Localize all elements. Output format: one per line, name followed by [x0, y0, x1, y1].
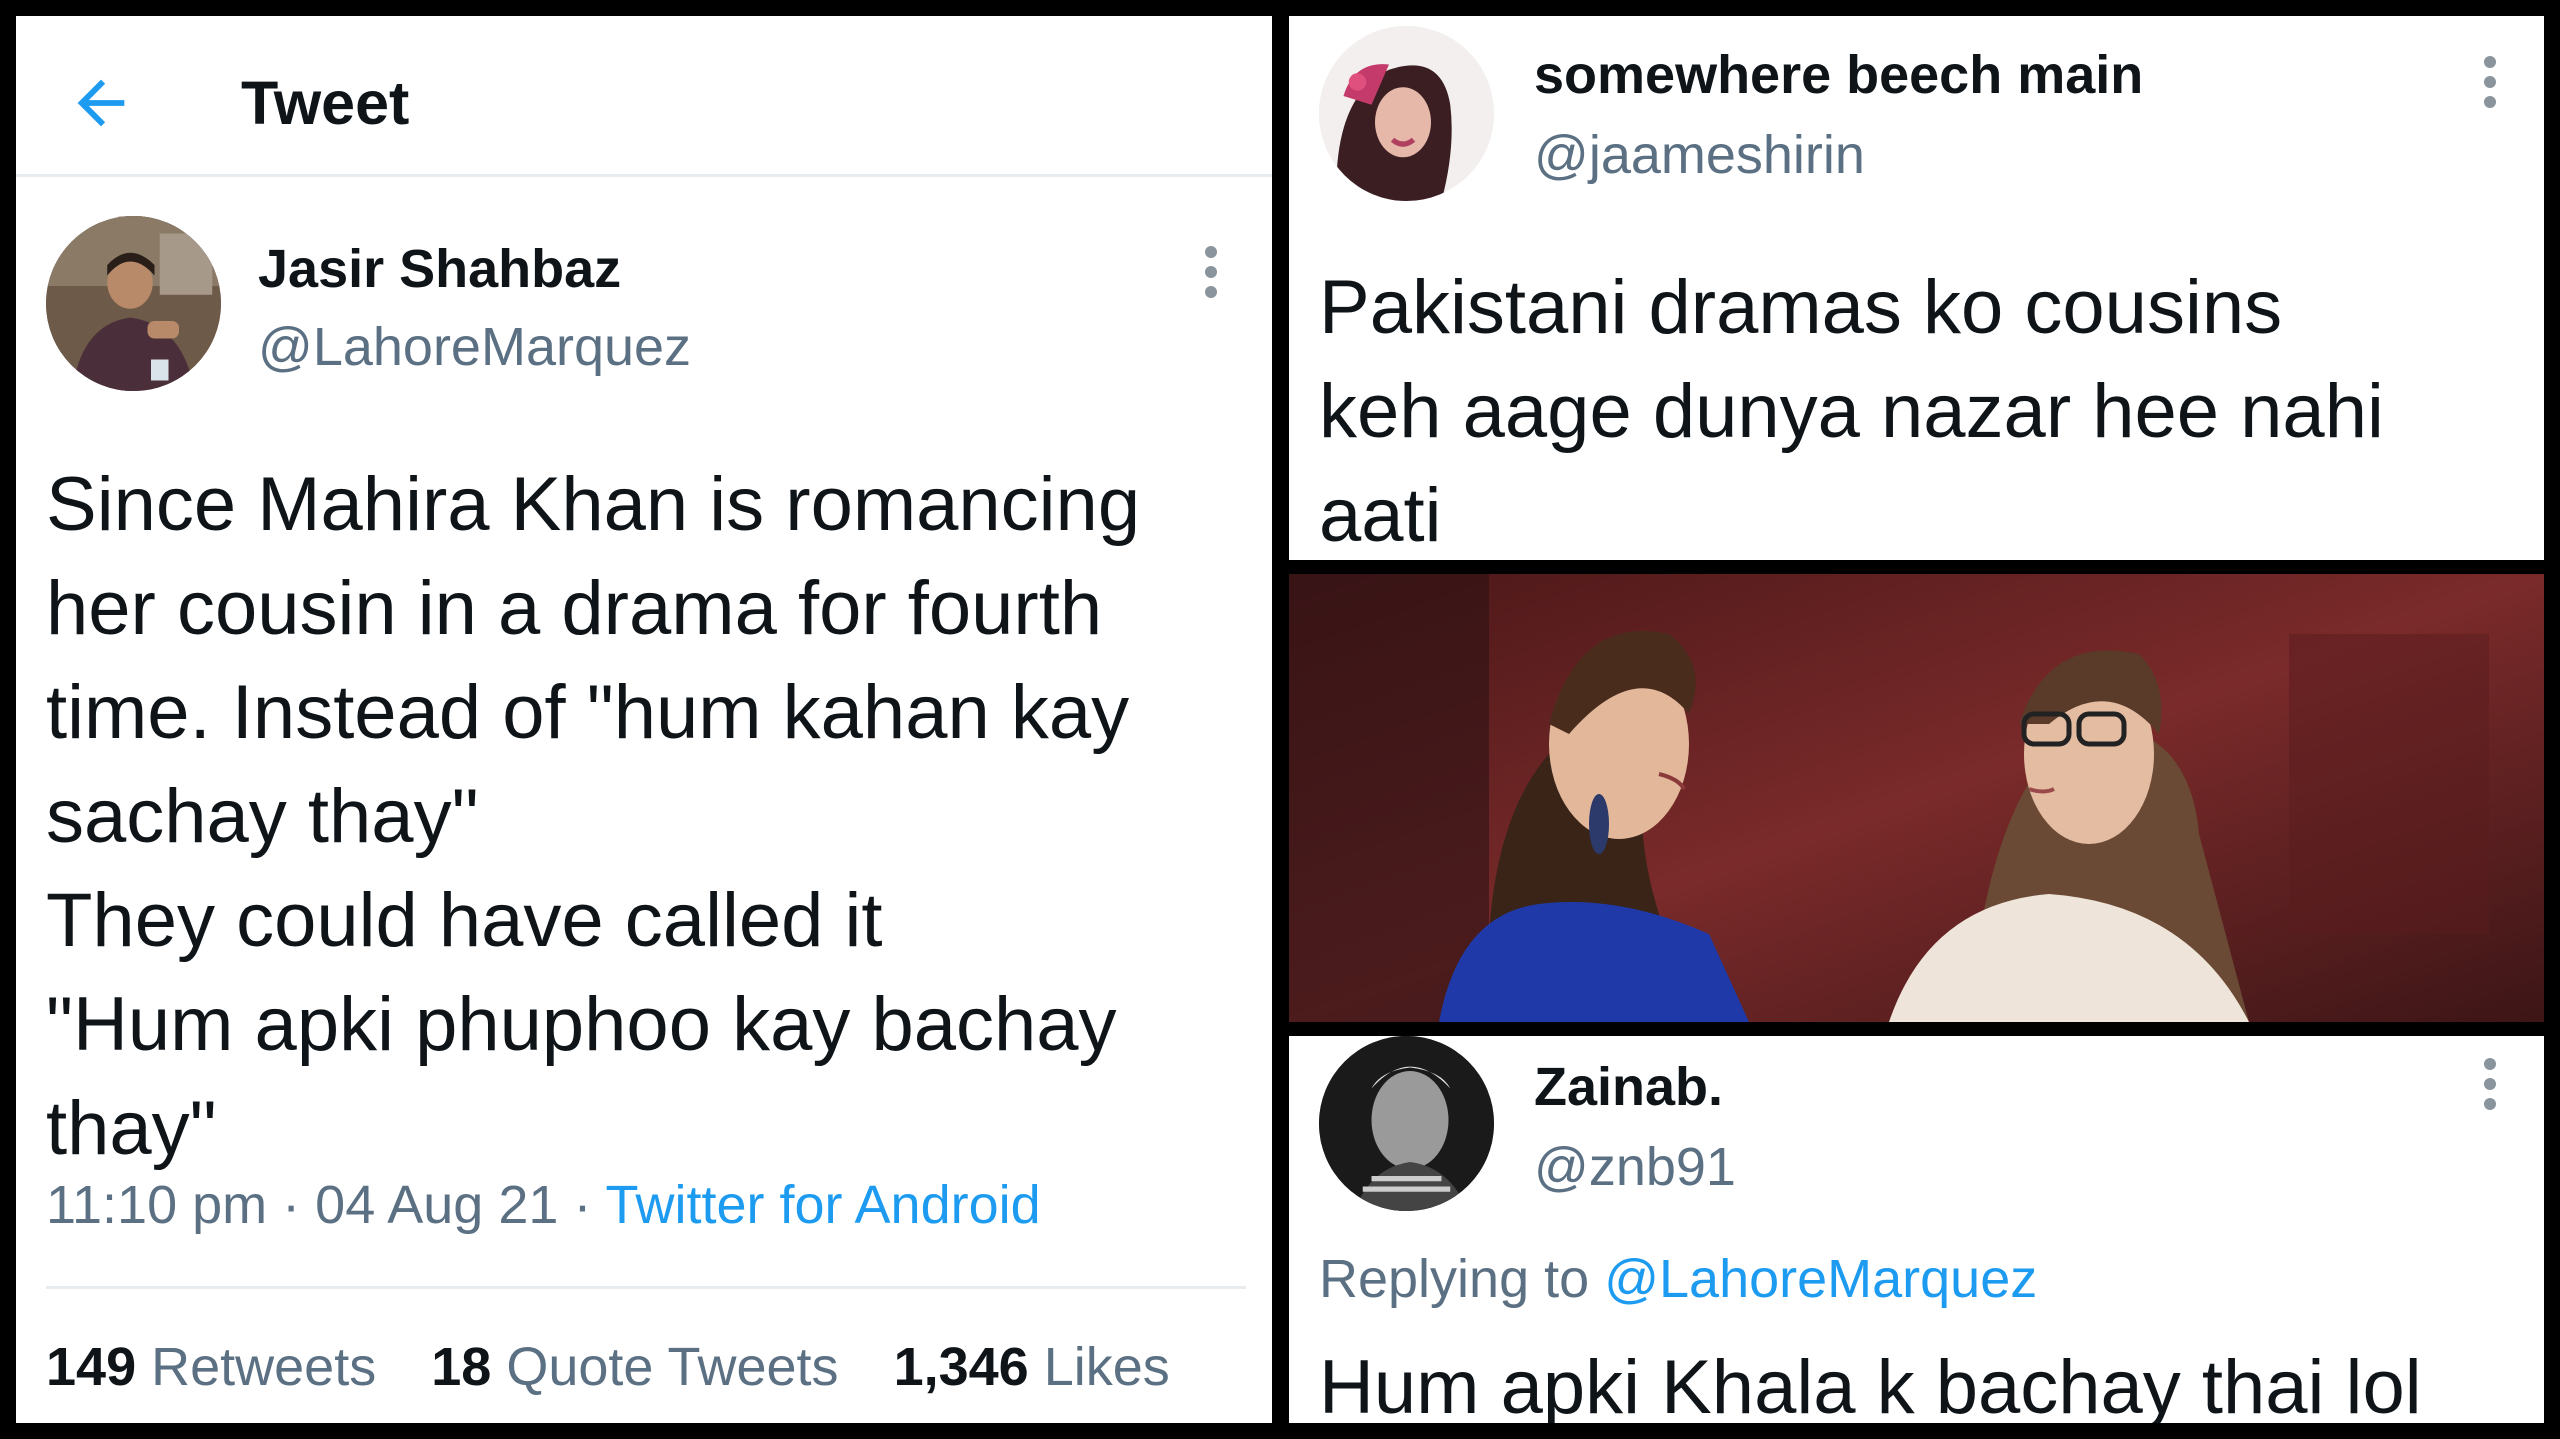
- meta-separator: ·: [573, 1175, 606, 1235]
- tweet-text-line: time. Instead of "hum kahan kay: [46, 670, 1130, 755]
- avatar-photo: [46, 216, 221, 391]
- tweet-header: Tweet: [16, 16, 1272, 177]
- replying-to-handle-link[interactable]: @LahoreMarquez: [1604, 1249, 2037, 1309]
- likes-stat[interactable]: 1,346 Likes: [894, 1337, 1170, 1397]
- main-tweet-panel: Tweet Jasir Shahbaz @LahoreMarquez Since…: [16, 16, 1272, 1423]
- more-options-icon[interactable]: [2484, 1058, 2498, 1118]
- avatar-photo: [1319, 26, 1494, 201]
- author-name[interactable]: Zainab.: [1534, 1056, 1723, 1118]
- tweet-text: Hum apki Khala k bachay thai lol: [1319, 1336, 2422, 1423]
- tweet-time[interactable]: 11:10 pm: [46, 1175, 267, 1235]
- drama-still-image[interactable]: [1289, 574, 2544, 1022]
- tweet-meta: 11:10 pm · 04 Aug 21 · Twitter for Andro…: [46, 1174, 1041, 1236]
- author-name[interactable]: somewhere beech main: [1534, 44, 2143, 106]
- tweet-text-line: keh aage dunya nazar hee nahi: [1319, 369, 2384, 454]
- tweet-text-line: Pakistani dramas ko cousins: [1319, 265, 2283, 350]
- retweets-count: 149: [46, 1337, 137, 1397]
- more-options-icon[interactable]: [2484, 56, 2498, 116]
- page-title: Tweet: [241, 69, 410, 137]
- avatar-photo: [1319, 1036, 1494, 1211]
- author-handle[interactable]: @LahoreMarquez: [258, 316, 691, 378]
- tweet-text: Since Mahira Khan is romancing her cousi…: [46, 453, 1140, 1181]
- tweet-text-line: Since Mahira Khan is romancing: [46, 462, 1141, 547]
- author-handle[interactable]: @znb91: [1534, 1136, 1736, 1198]
- reply-tweet-2: Zainab. @znb91 Replying to @LahoreMarque…: [1289, 1036, 2544, 1423]
- avatar[interactable]: [1319, 1036, 1494, 1211]
- reply-tweet-1: somewhere beech main @jaameshirin Pakist…: [1289, 16, 2544, 560]
- avatar[interactable]: [1319, 26, 1494, 201]
- tweet-text-line: aati: [1319, 473, 1442, 558]
- author-handle[interactable]: @jaameshirin: [1534, 124, 1865, 186]
- replying-to-label: Replying to: [1319, 1249, 1590, 1309]
- quote-tweets-label: Quote Tweets: [506, 1337, 839, 1397]
- divider: [46, 1286, 1246, 1289]
- drama-still-illustration: [1289, 574, 2544, 1022]
- tweet-date[interactable]: 04 Aug 21: [315, 1175, 558, 1235]
- quote-tweets-stat[interactable]: 18 Quote Tweets: [431, 1337, 838, 1397]
- back-arrow-icon[interactable]: [66, 68, 136, 138]
- replying-to: Replying to @LahoreMarquez: [1319, 1248, 2037, 1310]
- tweet-text-line: "Hum apki phuphoo kay bachay: [46, 982, 1117, 1067]
- avatar[interactable]: [46, 216, 221, 391]
- likes-label: Likes: [1043, 1337, 1170, 1397]
- author-name[interactable]: Jasir Shahbaz: [258, 238, 621, 300]
- tweet-text-line: thay": [46, 1086, 217, 1171]
- meta-separator: ·: [282, 1175, 316, 1235]
- tweet-text-line: Hum apki Khala k bachay thai lol: [1319, 1345, 2422, 1423]
- more-options-icon[interactable]: [1205, 246, 1219, 306]
- tweet-text: Pakistani dramas ko cousins keh aage dun…: [1319, 256, 2384, 560]
- retweets-label: Retweets: [151, 1337, 377, 1397]
- tweet-source-link[interactable]: Twitter for Android: [605, 1175, 1040, 1235]
- likes-count: 1,346: [893, 1337, 1029, 1397]
- tweet-text-line: sachay thay": [46, 774, 479, 859]
- tweet-stats: 149 Retweets 18 Quote Tweets 1,346 Likes: [46, 1336, 1210, 1398]
- retweets-stat[interactable]: 149 Retweets: [46, 1337, 376, 1397]
- tweet-text-line: They could have called it: [46, 878, 883, 963]
- tweet-text-line: her cousin in a drama for fourth: [46, 566, 1103, 651]
- quote-tweets-count: 18: [431, 1337, 492, 1397]
